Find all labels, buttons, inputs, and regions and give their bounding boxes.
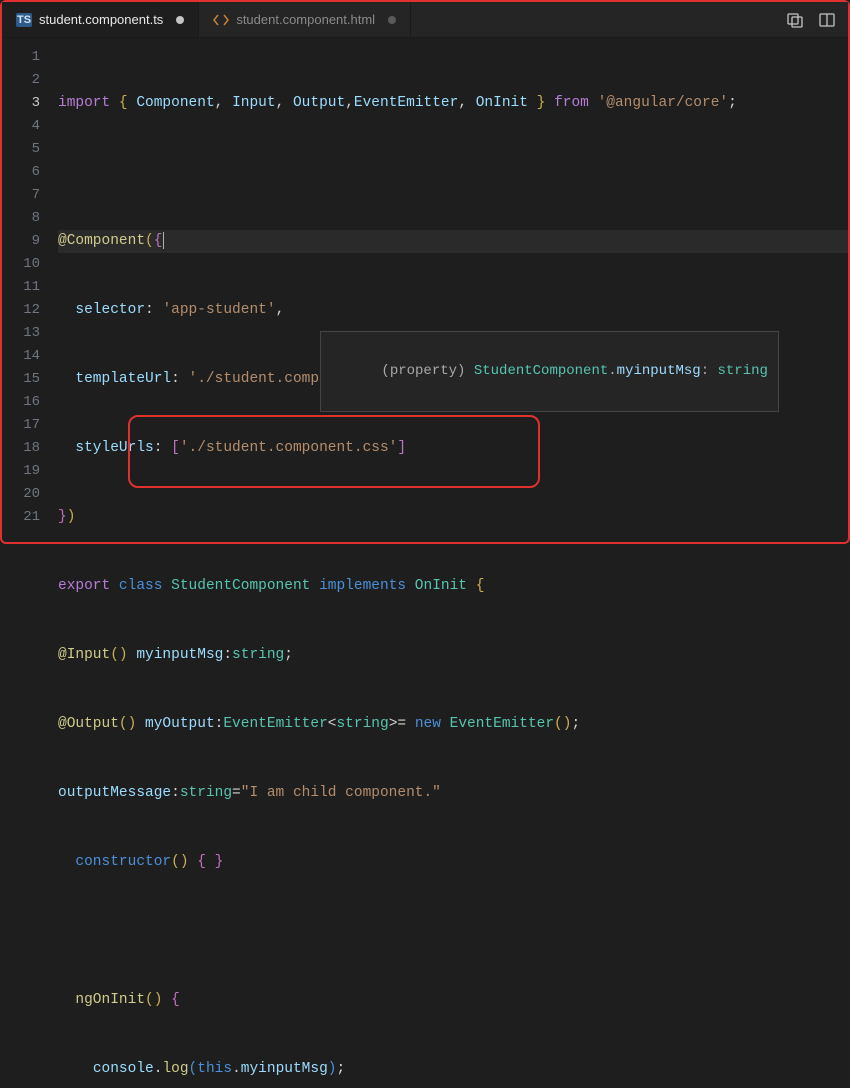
code-line: @Input() myinputMsg:string; bbox=[58, 644, 848, 667]
line-number: 4 bbox=[2, 115, 58, 138]
tab-label: student.component.ts bbox=[39, 12, 163, 27]
code-line: ngOnInit() { bbox=[58, 989, 848, 1012]
line-number: 8 bbox=[2, 207, 58, 230]
unsaved-dot-icon bbox=[388, 16, 396, 24]
line-number: 11 bbox=[2, 276, 58, 299]
tab-student-ts[interactable]: TS student.component.ts bbox=[2, 2, 199, 37]
code-line: @Output() myOutput:EventEmitter<string>=… bbox=[58, 713, 848, 736]
typescript-icon: TS bbox=[16, 12, 32, 28]
line-number: 7 bbox=[2, 184, 58, 207]
line-number: 9 bbox=[2, 230, 58, 253]
line-number: 20 bbox=[2, 483, 58, 506]
line-number: 18 bbox=[2, 437, 58, 460]
line-number: 17 bbox=[2, 414, 58, 437]
code-line: constructor() { } bbox=[58, 851, 848, 874]
split-editor-icon[interactable] bbox=[818, 11, 836, 29]
line-number: 3 bbox=[2, 92, 58, 115]
unsaved-dot-icon bbox=[176, 16, 184, 24]
code-line: outputMessage:string="I am child compone… bbox=[58, 782, 848, 805]
line-number: 19 bbox=[2, 460, 58, 483]
editor[interactable]: 1 2 3 4 5 6 7 8 9 10 11 12 13 14 15 16 1… bbox=[2, 38, 848, 542]
compare-changes-icon[interactable] bbox=[786, 11, 804, 29]
code-line: styleUrls: ['./student.component.css'] bbox=[58, 437, 848, 460]
code-line: export class StudentComponent implements… bbox=[58, 575, 848, 598]
tabbar-actions bbox=[786, 11, 848, 29]
line-number: 2 bbox=[2, 69, 58, 92]
tab-bar: TS student.component.ts student.componen… bbox=[2, 2, 848, 38]
code-line: }) bbox=[58, 506, 848, 529]
line-number: 13 bbox=[2, 322, 58, 345]
code-line: import { Component, Input, Output,EventE… bbox=[58, 92, 848, 115]
tab-label: student.component.html bbox=[236, 12, 375, 27]
hover-tooltip: (property) StudentComponent.myinputMsg: … bbox=[320, 331, 779, 412]
line-number: 10 bbox=[2, 253, 58, 276]
code-line: @Component({ bbox=[58, 230, 848, 253]
tab-student-html[interactable]: student.component.html bbox=[199, 2, 411, 37]
line-number: 14 bbox=[2, 345, 58, 368]
html-icon bbox=[213, 12, 229, 28]
code-line bbox=[58, 920, 848, 943]
line-number: 21 bbox=[2, 506, 58, 529]
code-line: console.log(this.myinputMsg); bbox=[58, 1058, 848, 1081]
line-number: 1 bbox=[2, 46, 58, 69]
line-number: 16 bbox=[2, 391, 58, 414]
code-line bbox=[58, 161, 848, 184]
line-number: 6 bbox=[2, 161, 58, 184]
line-number: 12 bbox=[2, 299, 58, 322]
line-number: 5 bbox=[2, 138, 58, 161]
line-number: 15 bbox=[2, 368, 58, 391]
code-area[interactable]: import { Component, Input, Output,EventE… bbox=[58, 38, 848, 542]
code-line: selector: 'app-student', bbox=[58, 299, 848, 322]
line-number-gutter: 1 2 3 4 5 6 7 8 9 10 11 12 13 14 15 16 1… bbox=[2, 38, 58, 542]
